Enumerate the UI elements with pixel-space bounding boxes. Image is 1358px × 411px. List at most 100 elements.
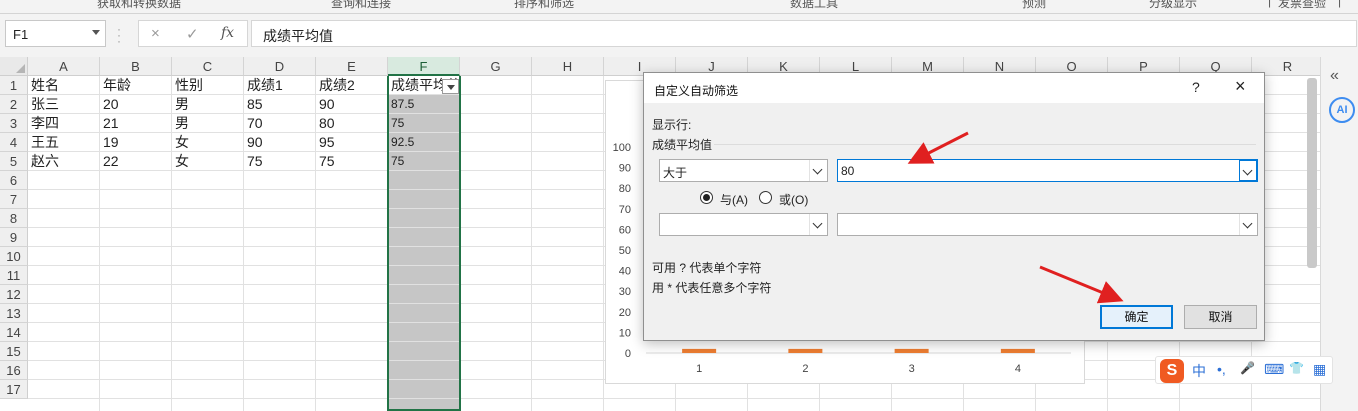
and-radio[interactable] (700, 191, 713, 204)
header-cell[interactable]: 姓名 (28, 76, 100, 95)
row-header-7[interactable]: 7 (0, 190, 28, 209)
sogou-logo-icon[interactable]: S (1160, 359, 1184, 383)
chevron-down-icon[interactable] (1239, 160, 1257, 181)
row-header-14[interactable]: 14 (0, 323, 28, 342)
bar[interactable] (894, 348, 929, 353)
column-header-h[interactable]: H (532, 57, 604, 76)
ime-mode-toggle[interactable]: 中 (1192, 361, 1206, 381)
data-cell[interactable]: 85 (244, 95, 316, 114)
data-cell[interactable]: 80 (316, 114, 388, 133)
column-header-d[interactable]: D (244, 57, 316, 76)
enter-icon[interactable]: ✓ (186, 25, 199, 43)
row-header-3[interactable]: 3 (0, 114, 28, 133)
column-header-f[interactable]: F (388, 57, 460, 76)
and-label[interactable]: 与(A) (720, 191, 748, 208)
data-cell[interactable]: 75 (316, 152, 388, 171)
or-label[interactable]: 或(O) (779, 191, 808, 208)
toolbox-icon[interactable]: ▦ (1313, 361, 1326, 378)
chevron-down-icon[interactable] (809, 160, 827, 181)
column-header-g[interactable]: G (460, 57, 532, 76)
close-icon[interactable]: × (1235, 76, 1246, 97)
row-header-17[interactable]: 17 (0, 380, 28, 399)
row-header-4[interactable]: 4 (0, 133, 28, 152)
data-cell[interactable]: 19 (100, 133, 172, 152)
header-cell[interactable]: 性别 (172, 76, 244, 95)
data-cell[interactable]: 女 (172, 152, 244, 171)
autofilter-dropdown-icon[interactable] (442, 79, 459, 94)
bar[interactable] (1000, 348, 1035, 353)
row-header-11[interactable]: 11 (0, 266, 28, 285)
formula-input[interactable]: 成绩平均值 (251, 20, 1357, 47)
row-header-15[interactable]: 15 (0, 342, 28, 361)
data-cell[interactable]: 22 (100, 152, 172, 171)
dialog-body: 显示行: 成绩平均值 大于 80 与(A) 或(O) 可用 ? 代表单个字符 用… (644, 103, 1264, 340)
row-header-6[interactable]: 6 (0, 171, 28, 190)
ribbon-group-labels: 获取和转换数据 查询和连接 排序和筛选 数据工具 预测 分级显示 | 发票查验 … (0, 0, 1358, 14)
ribbon-group-forecast[interactable]: 预测 (1022, 0, 1046, 11)
ribbon-group-sort-filter[interactable]: 排序和筛选 (514, 0, 574, 11)
data-cell[interactable]: 李四 (28, 114, 100, 133)
data-cell[interactable]: 90 (316, 95, 388, 114)
ribbon-group-get-data[interactable]: 获取和转换数据 (97, 0, 181, 11)
data-cell[interactable]: 女 (172, 133, 244, 152)
microphone-icon[interactable]: 🎤 (1240, 361, 1255, 375)
ribbon-group-queries[interactable]: 查询和连接 (331, 0, 391, 11)
data-cell[interactable]: 70 (244, 114, 316, 133)
row-header-1[interactable]: 1 (0, 76, 28, 95)
ai-assistant-icon[interactable]: AI (1329, 97, 1355, 123)
row-header-13[interactable]: 13 (0, 304, 28, 323)
vertical-scrollbar-thumb[interactable] (1307, 78, 1317, 268)
row-header-5[interactable]: 5 (0, 152, 28, 171)
header-cell[interactable]: 成绩1 (244, 76, 316, 95)
ribbon-separator: | (1338, 0, 1342, 8)
column-header-a[interactable]: A (28, 57, 100, 76)
data-cell[interactable]: 90 (244, 133, 316, 152)
header-cell[interactable]: 成绩2 (316, 76, 388, 95)
chevron-down-icon[interactable] (1239, 214, 1257, 235)
row-header-8[interactable]: 8 (0, 209, 28, 228)
data-cell[interactable]: 95 (316, 133, 388, 152)
name-box[interactable]: F1 (5, 20, 106, 47)
data-cell[interactable]: 20 (100, 95, 172, 114)
ribbon-group-invoice[interactable]: 发票查验 (1278, 0, 1326, 11)
ok-button[interactable]: 确定 (1100, 305, 1173, 329)
data-cell[interactable]: 21 (100, 114, 172, 133)
row-header-2[interactable]: 2 (0, 95, 28, 114)
punctuation-icon[interactable]: •, (1217, 361, 1226, 377)
select-all-corner[interactable] (0, 57, 28, 76)
bar[interactable] (682, 348, 717, 353)
column-header-b[interactable]: B (100, 57, 172, 76)
or-radio[interactable] (759, 191, 772, 204)
data-cell[interactable]: 男 (172, 114, 244, 133)
insert-function-icon[interactable]: fx (221, 25, 234, 41)
help-icon[interactable]: ? (1192, 79, 1200, 95)
field-label: 成绩平均值 (652, 138, 713, 152)
keyboard-icon[interactable]: ⌨ (1264, 361, 1284, 378)
chevron-down-icon[interactable] (809, 214, 827, 235)
row-header-9[interactable]: 9 (0, 228, 28, 247)
skin-icon[interactable]: 👕 (1289, 361, 1304, 375)
data-cell[interactable]: 张三 (28, 95, 100, 114)
condition2-value-input[interactable] (837, 213, 1258, 236)
row-header-10[interactable]: 10 (0, 247, 28, 266)
column-header-e[interactable]: E (316, 57, 388, 76)
condition1-value-input[interactable]: 80 (837, 159, 1258, 182)
ribbon-group-data-tools[interactable]: 数据工具 (790, 0, 838, 11)
header-cell[interactable]: 年龄 (100, 76, 172, 95)
cancel-icon[interactable]: × (151, 25, 160, 42)
cancel-button[interactable]: 取消 (1184, 305, 1257, 329)
condition1-operator-select[interactable]: 大于 (659, 159, 828, 182)
collapse-pane-icon[interactable]: « (1330, 67, 1339, 85)
column-header-c[interactable]: C (172, 57, 244, 76)
data-cell[interactable]: 75 (244, 152, 316, 171)
ribbon-group-outline[interactable]: 分级显示 (1149, 0, 1197, 11)
data-cell[interactable]: 男 (172, 95, 244, 114)
bar[interactable] (788, 348, 823, 353)
condition2-operator-select[interactable] (659, 213, 828, 236)
data-cell[interactable]: 王五 (28, 133, 100, 152)
chevron-down-icon[interactable] (92, 30, 100, 35)
data-cell[interactable]: 赵六 (28, 152, 100, 171)
row-header-16[interactable]: 16 (0, 361, 28, 380)
row-header-12[interactable]: 12 (0, 285, 28, 304)
wildcard-hint-multi: 用 * 代表任意多个字符 (652, 281, 772, 295)
